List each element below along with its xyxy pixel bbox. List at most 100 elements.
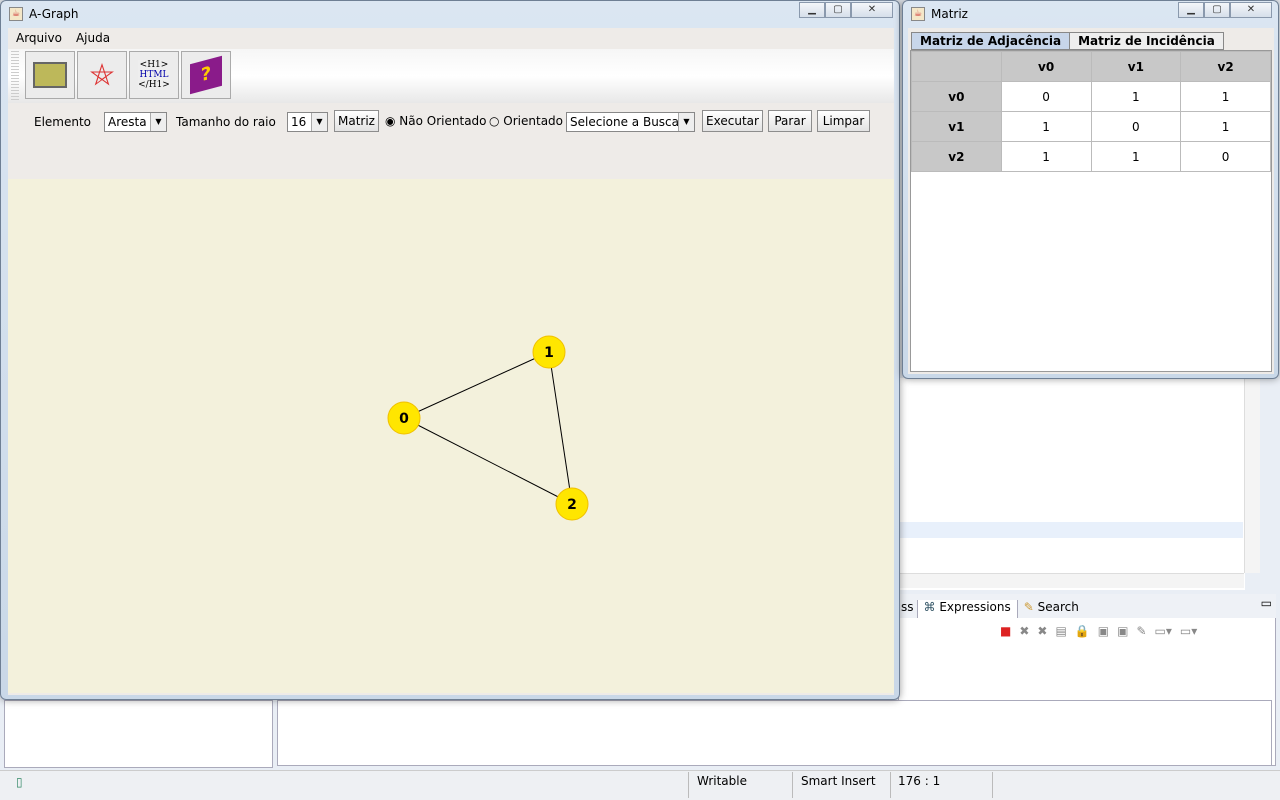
table-cell: 1 <box>1090 81 1182 112</box>
select-value: Selecione a Busca <box>570 115 680 129</box>
column-header <box>911 51 1002 82</box>
tab-adjacencia[interactable]: Matriz de Adjacência <box>911 32 1071 50</box>
radio-label: Orientado <box>503 114 564 128</box>
column-header: v1 <box>1090 51 1182 82</box>
export-html-button[interactable]: <H1> HTML </H1> <box>129 51 179 99</box>
tab-label: Expressions <box>939 600 1011 614</box>
tab-incidencia[interactable]: Matriz de Incidência <box>1070 32 1224 50</box>
editor-bottom-panel <box>277 700 1272 766</box>
graph-edge[interactable] <box>548 351 573 505</box>
row-header: v2 <box>911 141 1002 172</box>
table-cell: 0 <box>1090 111 1182 142</box>
raio-select[interactable]: 16 ▼ <box>287 112 328 132</box>
close-button[interactable]: ✕ <box>1230 2 1272 18</box>
raio-label: Tamanho do raio <box>176 115 276 129</box>
graph-canvas[interactable]: 0 1 2 <box>8 179 894 693</box>
left-bottom-panel <box>4 700 273 768</box>
horizontal-scrollbar[interactable] <box>900 573 1244 588</box>
busca-select[interactable]: Selecione a Busca ▼ <box>566 112 695 132</box>
close-button[interactable]: ✕ <box>851 2 893 18</box>
tab-partial[interactable]: ss <box>898 600 917 618</box>
lock-icon[interactable]: 🔒 <box>1075 624 1090 638</box>
open-button[interactable] <box>25 51 75 99</box>
limpar-button[interactable]: Limpar <box>817 110 870 132</box>
row-header: v1 <box>911 111 1002 142</box>
maximize-button[interactable]: ▢ <box>825 2 851 18</box>
remove-icon[interactable]: ✖ <box>1019 624 1029 638</box>
chevron-down-icon: ▼ <box>311 113 327 131</box>
tab-label: Search <box>1037 600 1079 614</box>
table-cell: 1 <box>1180 111 1271 142</box>
status-bar <box>0 770 1280 800</box>
minimize-view-icon[interactable]: ▭ <box>1257 596 1276 618</box>
table-header-row: v0 v1 v2 <box>911 51 1271 82</box>
table-row: v2 1 1 0 <box>911 141 1271 172</box>
tab-search[interactable]: ✎ Search <box>1018 600 1085 618</box>
table-cell: 1 <box>1180 81 1271 112</box>
table-row: v0 0 1 1 <box>911 81 1271 112</box>
graph-edge[interactable] <box>403 351 550 419</box>
search-icon: ✎ <box>1023 600 1038 614</box>
menu-ajuda[interactable]: Ajuda <box>76 31 110 45</box>
vertical-scrollbar[interactable] <box>1244 378 1260 573</box>
tab-expressions[interactable]: ⌘ Expressions <box>916 600 1018 618</box>
java-icon: ☕ <box>911 7 925 21</box>
executar-button[interactable]: Executar <box>702 110 763 132</box>
table-row: v1 1 0 1 <box>911 111 1271 142</box>
pentagram-icon: ⛤ <box>90 57 114 93</box>
draw-graph-button[interactable]: ⛤ <box>77 51 127 99</box>
agraph-window: ☕ A-Graph ▁ ▢ ✕ Arquivo Ajuda ⛤ <H1> HTML </H1… <box>0 0 900 700</box>
adjacency-table: v0 v1 v2 v0 0 1 1 v1 1 0 1 v2 1 1 0 <box>911 51 1271 172</box>
remove-all-icon[interactable]: ✖ <box>1037 624 1047 638</box>
toolbar-grip[interactable] <box>11 51 19 101</box>
table-cell: 1 <box>1090 141 1182 172</box>
help-button[interactable]: ? <box>181 51 231 99</box>
select-value: 16 <box>291 115 307 129</box>
status-insert-mode: Smart Insert <box>801 774 876 788</box>
view-toolbar: ■ ✖ ✖ ▤ 🔒 ▣ ▣ ✎ ▭▾ ▭▾ <box>1000 624 1197 638</box>
menu-bar: Arquivo Ajuda <box>8 28 894 48</box>
matrix-panel: v0 v1 v2 v0 0 1 1 v1 1 0 1 v2 1 1 0 <box>910 50 1272 372</box>
open-console-icon[interactable]: ▭▾ <box>1180 624 1197 638</box>
minimize-button[interactable]: ▁ <box>1178 2 1204 18</box>
parar-button[interactable]: Parar <box>768 110 812 132</box>
expressions-icon: ⌘ <box>923 600 940 614</box>
radio-orientado[interactable]: ○ Orientado <box>489 114 563 128</box>
window-title: Matriz <box>931 7 968 21</box>
elemento-select[interactable]: Aresta ▼ <box>104 112 167 132</box>
pin-icon[interactable]: ✎ <box>1136 624 1146 638</box>
select-value: Aresta <box>108 115 147 129</box>
elemento-label: Elemento <box>34 115 92 129</box>
eclipse-list-panel <box>900 378 1245 590</box>
fast-view-icon[interactable]: ▯ <box>16 775 23 789</box>
graph-edge[interactable] <box>403 417 573 505</box>
radio-label: Não Orientado <box>399 114 487 128</box>
column-header: v2 <box>1180 51 1271 82</box>
selected-row <box>900 522 1243 538</box>
table-cell: 0 <box>1000 81 1092 112</box>
row-header: v0 <box>911 81 1002 112</box>
status-writable: Writable <box>697 774 747 788</box>
node-label: 2 <box>567 497 577 513</box>
show-error-icon[interactable]: ▣ <box>1117 624 1128 638</box>
maximize-button[interactable]: ▢ <box>1204 2 1230 18</box>
radio-nao-orientado[interactable]: ◉ Não Orientado <box>385 114 487 128</box>
window-title: A-Graph <box>29 7 79 21</box>
chevron-down-icon: ▼ <box>678 113 694 131</box>
matriz-window: ☕ Matriz ▁ ▢ ✕ Matriz de Adjacência Matriz … <box>902 0 1279 379</box>
show-console-icon[interactable]: ▣ <box>1098 624 1109 638</box>
table-cell: 1 <box>1000 111 1092 142</box>
node-label: 0 <box>399 411 409 427</box>
status-cursor-position: 176 : 1 <box>898 774 941 788</box>
html-icon: <H1> HTML </H1> <box>138 60 170 90</box>
help-book-icon: ? <box>190 55 222 95</box>
minimize-button[interactable]: ▁ <box>799 2 825 18</box>
display-console-icon[interactable]: ▭▾ <box>1155 624 1172 638</box>
node-label: 1 <box>544 345 554 361</box>
table-cell: 0 <box>1180 141 1271 172</box>
column-header: v0 <box>1000 51 1092 82</box>
matriz-button[interactable]: Matriz <box>334 110 379 132</box>
menu-arquivo[interactable]: Arquivo <box>16 31 62 45</box>
terminate-icon[interactable]: ■ <box>1000 624 1011 638</box>
clear-icon[interactable]: ▤ <box>1055 624 1066 638</box>
